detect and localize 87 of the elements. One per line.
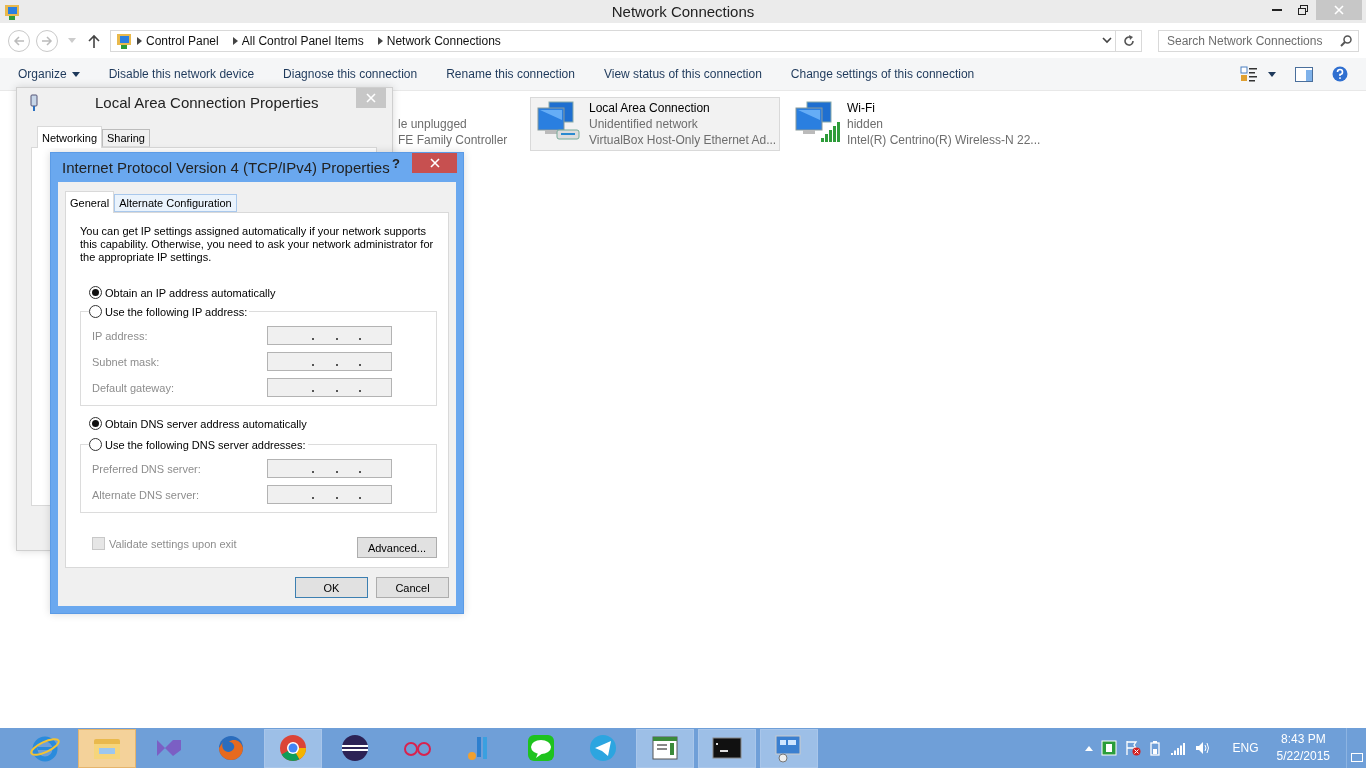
up-arrow-icon <box>88 33 100 48</box>
organize-menu[interactable]: Organize <box>18 67 80 81</box>
help-icon <box>1332 66 1348 82</box>
field-label: IP address: <box>92 329 149 342</box>
tab[interactable]: General <box>65 191 115 213</box>
show-desktop-button[interactable] <box>1346 728 1366 768</box>
clock-date: 5/22/2015 <box>1276 748 1330 765</box>
close-icon <box>1334 5 1344 15</box>
close-button[interactable] <box>412 153 457 173</box>
refresh-icon <box>1122 34 1135 47</box>
breadcrumb[interactable]: All Control Panel Items <box>241 33 364 48</box>
dialog-button[interactable]: OK <box>295 577 368 598</box>
notification-icon <box>1350 753 1363 762</box>
toolbar-command[interactable]: Disable this network device <box>108 67 255 81</box>
chat-bubble-icon <box>525 732 557 764</box>
toolbar-command[interactable]: Change settings of this connection <box>790 67 975 81</box>
field-label: Alternate DNS server: <box>92 488 200 501</box>
breadcrumb[interactable]: Control Panel <box>146 33 219 48</box>
striped-sphere-icon <box>339 732 371 764</box>
network-adapter-icon <box>29 93 39 112</box>
paper-plane-icon <box>587 732 619 764</box>
caret-icon <box>71 71 80 77</box>
toolbar-command[interactable]: View status of this connection <box>603 67 762 81</box>
caret-up-icon <box>1084 745 1093 751</box>
dialog-title: Local Area Connection Properties <box>95 94 319 111</box>
tab[interactable]: Networking <box>37 126 103 148</box>
radio-button[interactable] <box>89 286 102 299</box>
radio-option[interactable]: Use the following IP address: <box>89 305 250 318</box>
radio-button[interactable] <box>89 417 102 430</box>
taskbar-app-button[interactable] <box>698 728 756 768</box>
network-connection[interactable]: le unplugged FE Family Controller <box>393 97 522 151</box>
search-icon <box>1340 34 1352 47</box>
window-title: Network Connections <box>610 3 756 20</box>
adapter-name: Intel(R) Centrino(R) Wireless-N 22... <box>847 132 1041 148</box>
field-label: Default gateway: <box>92 381 175 394</box>
adapter-name: FE Family Controller <box>398 132 508 148</box>
adapter-name: VirtualBox Host-Only Ethernet Ad... <box>589 132 777 148</box>
signal-bars-icon <box>1170 741 1187 755</box>
network-connection[interactable]: Local Area Connection Unidentified network VirtualBox Host-Only Ethernet Ad... <box>530 97 780 151</box>
connection-name: Wi-Fi <box>847 100 876 116</box>
details-view-icon <box>1240 66 1258 82</box>
network-folder-icon <box>3 2 21 21</box>
tab[interactable]: Sharing <box>102 129 150 147</box>
network-folder-icon <box>115 31 133 50</box>
connection-status: hidden <box>847 116 885 132</box>
connection-status: Unidentified network <box>589 116 699 132</box>
close-button[interactable] <box>356 88 386 108</box>
minimize-icon <box>1272 9 1282 11</box>
chevron-icon <box>377 36 383 45</box>
tray-app-icon <box>1100 740 1117 756</box>
speaker-icon <box>1194 741 1211 755</box>
preview-pane-icon <box>1295 66 1313 82</box>
dialog-button[interactable]: Cancel <box>376 577 449 598</box>
toolbar-command[interactable]: Diagnose this connection <box>283 67 418 81</box>
close-icon <box>366 93 376 103</box>
chevron-icon <box>232 36 238 45</box>
connection-name: Local Area Connection <box>589 100 711 116</box>
dialog-title: Internet Protocol Version 4 (TCP/IPv4) Properties <box>62 159 390 176</box>
restore-icon <box>1298 5 1308 15</box>
field-label: Preferred DNS server: <box>92 462 202 475</box>
forward-arrow-icon <box>41 34 53 47</box>
field-label: Subnet mask: <box>92 355 161 368</box>
caret-icon <box>68 38 76 43</box>
address-bar[interactable]: Control Panel All Control Panel Items Network Connections <box>110 29 1142 52</box>
battery-plug-icon <box>1148 740 1163 756</box>
search-field[interactable]: Search Network Connections <box>1158 29 1359 52</box>
caret-icon <box>1268 71 1276 77</box>
radio-button[interactable] <box>89 438 102 451</box>
forward-button[interactable] <box>36 29 58 52</box>
network-connection[interactable]: Wi-Fi hidden Intel(R) Centrino(R) Wireless-N 22... <box>788 97 1038 151</box>
toolbar-command[interactable]: Rename this connection <box>446 67 575 81</box>
wireless-network-icon <box>793 100 841 144</box>
tab[interactable]: Alternate Configuration <box>114 194 237 212</box>
colorful-circle-icon <box>277 732 309 764</box>
back-button[interactable] <box>8 29 30 52</box>
flag-error-icon <box>1124 740 1141 756</box>
connection-status: le unplugged <box>398 116 468 132</box>
advanced-button[interactable]: Advanced... <box>356 537 437 558</box>
close-icon <box>429 158 440 168</box>
clock-time: 8:43 PM <box>1280 731 1326 748</box>
intro-text: You can get IP settings assigned automatically if your network supports this capability. Otherwise, you need to ask your network administrator for the appropriate IP settings. <box>80 225 435 264</box>
radio-option[interactable]: Use the following DNS server addresses: <box>89 438 308 451</box>
breadcrumb[interactable]: Network Connections <box>386 33 501 48</box>
back-arrow-icon <box>13 34 25 47</box>
chevron-icon <box>137 36 142 45</box>
radio-button[interactable] <box>89 305 102 318</box>
chevron-down-icon <box>1102 37 1112 44</box>
